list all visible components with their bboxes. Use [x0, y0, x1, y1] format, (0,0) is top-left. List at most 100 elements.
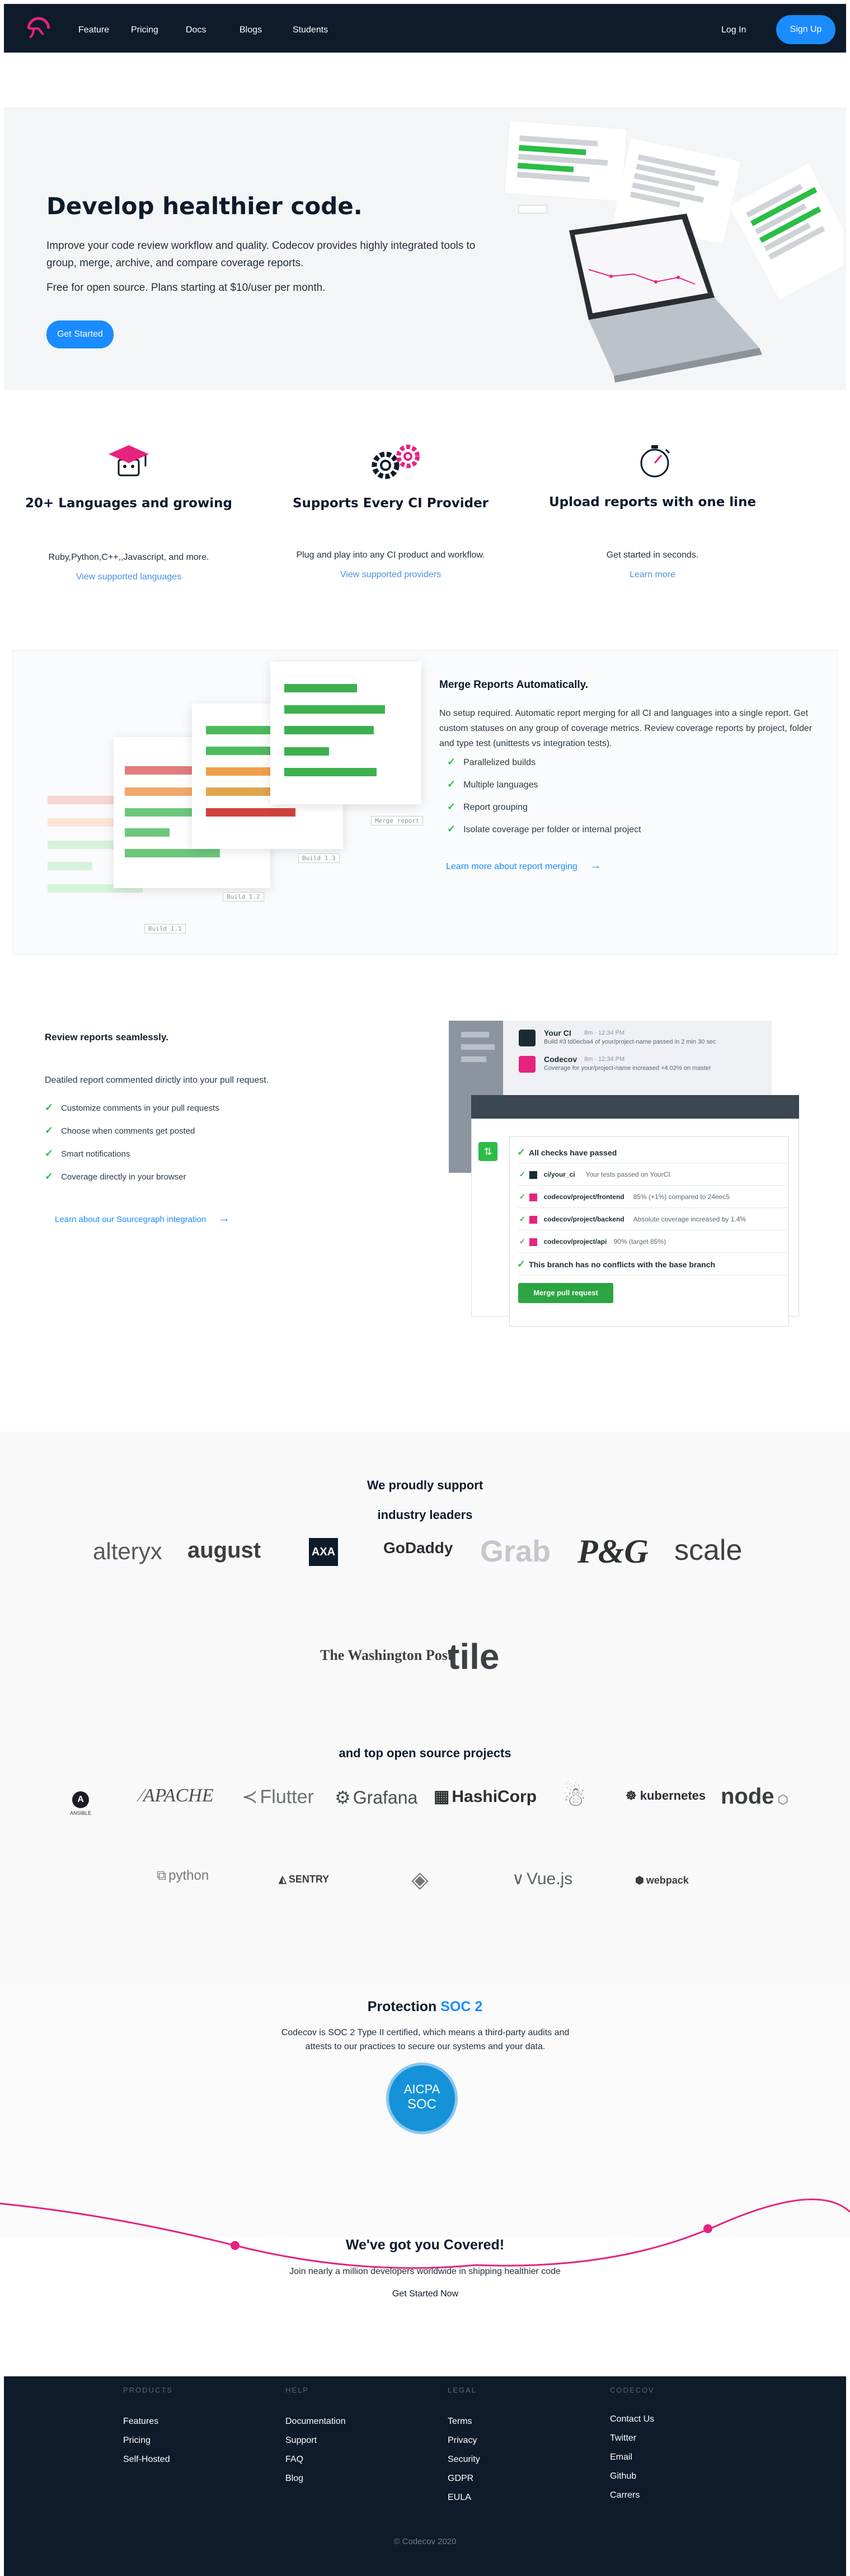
hero-section: Develop healthier code. Improve your cod…: [4, 107, 846, 390]
footer-twitter-link[interactable]: Twitter: [610, 2433, 636, 2443]
merge-item-4: ✓ Isolate coverage per folder or internal…: [447, 823, 641, 834]
ghost-mascot-icon: ☃: [562, 1782, 587, 1812]
arrow-right-icon: →: [590, 860, 602, 872]
footer-contact-link[interactable]: Contact Us: [610, 2414, 654, 2424]
merge-description: No setup required. Automatic report merg…: [439, 709, 813, 748]
feature-upload-desc: Get started in seconds.: [606, 550, 699, 560]
footer-faq-link[interactable]: FAQ: [285, 2455, 303, 2465]
merge-item-2: ✓ Multiple languages: [447, 779, 538, 790]
check-icon: ✓: [519, 1237, 525, 1245]
graduation-cap-icon: [109, 445, 149, 476]
hero-title: Develop healthier code.: [46, 192, 363, 220]
vim-logo-icon: ◈: [411, 1867, 429, 1892]
footer-blog-link[interactable]: Blog: [285, 2474, 303, 2484]
check-row-api: ✓ codecov/project/api 90% (target 85%): [518, 1230, 789, 1253]
footer: PRODUCTS Features Pricing Self-Hosted HE…: [4, 2376, 846, 2576]
codecov-avatar: [519, 1056, 536, 1073]
logos-section: We proudly support industry leaders alte…: [0, 1432, 850, 1985]
logos-heading-2: industry leaders: [377, 1508, 473, 1522]
feature-languages-title: 20+ Languages and growing: [25, 496, 232, 511]
footer-selfhosted-link[interactable]: Self-Hosted: [123, 2455, 170, 2465]
codecov-logo-icon: [529, 1193, 538, 1201]
nav-blogs-link[interactable]: Blogs: [239, 25, 262, 35]
stopwatch-icon: [640, 445, 670, 478]
check-icon: ✓: [519, 1215, 525, 1223]
webpack-logo: ⬢ webpack: [635, 1875, 689, 1886]
footer-terms-link[interactable]: Terms: [448, 2417, 472, 2427]
footer-support-link[interactable]: Support: [285, 2436, 317, 2446]
python-logo: ⧉ python: [157, 1868, 209, 1883]
footer-gdpr-link[interactable]: GDPR: [448, 2474, 473, 2484]
codecov-logo-icon[interactable]: [26, 16, 51, 41]
grab-logo: Grab: [480, 1535, 551, 1568]
footer-privacy-link[interactable]: Privacy: [448, 2436, 477, 2446]
sourcegraph-link[interactable]: Learn about our Sourcegraph integration …: [55, 1212, 230, 1225]
hexagon-icon: ⬡: [774, 1792, 788, 1806]
nav-pricing-link[interactable]: Pricing: [131, 25, 158, 35]
soc2-title: Protection SOC 2: [367, 1999, 483, 2014]
view-providers-link[interactable]: View supported providers: [273, 570, 508, 580]
tile-logo: tile: [448, 1636, 500, 1677]
nav-docs-link[interactable]: Docs: [186, 25, 206, 35]
view-languages-link[interactable]: View supported languages: [11, 572, 246, 582]
apache-logo: ⁄APACHE: [140, 1785, 214, 1806]
scale-logo: scale: [674, 1534, 743, 1567]
aicpa-soc-badge: AICPA SOC: [386, 2063, 458, 2134]
august-logo: august: [187, 1538, 261, 1563]
footer-careers-link[interactable]: Carrers: [610, 2490, 640, 2500]
footer-security-link[interactable]: Security: [448, 2455, 480, 2465]
check-circle-icon: ✓: [517, 1258, 526, 1270]
login-link[interactable]: Log In: [721, 25, 746, 35]
merge-pull-request-button[interactable]: Merge pull request: [518, 1283, 613, 1303]
merge-learn-more-link[interactable]: Learn more about report merging →: [446, 860, 601, 872]
footer-github-link[interactable]: Github: [610, 2471, 636, 2481]
check-row-frontend: ✓ codecov/project/frontend 85% (+1%) comp…: [518, 1186, 789, 1208]
feature-languages-desc: Ruby,Python,C++,,Javascript, and more.: [48, 553, 209, 562]
footer-pricing-link[interactable]: Pricing: [123, 2436, 151, 2446]
hero-description: Improve your code review workflow and qu…: [46, 240, 476, 269]
logos-heading-1: We proudly support: [367, 1478, 483, 1492]
copyright: © Codecov 2020: [393, 2537, 457, 2546]
no-conflicts-row: ✓ This branch has no conflicts with the b…: [517, 1253, 789, 1275]
footer-products-heading: PRODUCTS: [123, 2386, 173, 2394]
signup-button[interactable]: Sign Up: [776, 15, 835, 44]
check-icon: ✓: [45, 1102, 54, 1113]
kubernetes-logo: ☸ kubernetes: [626, 1789, 706, 1803]
check-icon: ✓: [447, 801, 456, 812]
top-nav: Feature Pricing Docs Blogs Students Log …: [4, 4, 846, 53]
notification-1-text: Build #3 td0ecba4 of your/project-name p…: [544, 1039, 716, 1045]
flutter-icon: ≺: [242, 1786, 258, 1808]
hero-pricing-note: Free for open source. Plans starting at …: [46, 282, 326, 294]
hashicorp-logo: ▦ HashiCorp: [434, 1787, 537, 1806]
soc2-description: Codecov is SOC 2 Type II certified, whic…: [281, 2028, 570, 2051]
merge-illustration: Build 1.1 Build 1.2 Build 1.3 Merge repo…: [13, 650, 427, 955]
footer-eula-link[interactable]: EULA: [448, 2493, 471, 2503]
review-description: Deatiled report commented dirictly into …: [45, 1075, 269, 1085]
ci-logo-icon: [529, 1171, 538, 1179]
check-icon: ✓: [45, 1125, 54, 1136]
check-icon: ✓: [45, 1148, 54, 1159]
nav-students-link[interactable]: Students: [293, 25, 328, 35]
review-item-4: ✓ Coverage directly in your browser: [45, 1171, 186, 1182]
hero-get-started-button[interactable]: Get Started: [46, 320, 114, 348]
covered-description: Join nearly a million developers worldwi…: [289, 2267, 561, 2276]
notification-2-text: Coverage for your/project-name increased…: [544, 1065, 711, 1072]
check-icon: ✓: [45, 1171, 54, 1182]
nav-feature-link[interactable]: Feature: [78, 25, 109, 35]
get-started-now-link[interactable]: Get Started Now: [347, 2289, 504, 2299]
footer-features-link[interactable]: Features: [123, 2417, 158, 2427]
check-row-backend: ✓ codecov/project/backend Absolute covera…: [518, 1208, 789, 1230]
ci-avatar: [519, 1030, 536, 1046]
footer-email-link[interactable]: Email: [610, 2452, 632, 2462]
merge-item-1: ✓ Parallelized builds: [447, 756, 536, 767]
flutter-logo: ≺ Flutter: [242, 1786, 314, 1808]
pg-logo: P&G: [577, 1533, 649, 1570]
grafana-logo: ⚙ Grafana: [335, 1787, 418, 1808]
notification-1-time: 8m · 12:34 PM: [584, 1030, 625, 1036]
vue-icon: ∨: [512, 1870, 524, 1888]
footer-documentation-link[interactable]: Documentation: [285, 2417, 346, 2427]
feature-ci-title: Supports Every CI Provider: [292, 496, 489, 511]
learn-more-upload-link[interactable]: Learn more: [535, 570, 770, 580]
kubernetes-icon: ☸: [626, 1789, 637, 1803]
footer-legal-heading: LEGAL: [448, 2386, 477, 2394]
